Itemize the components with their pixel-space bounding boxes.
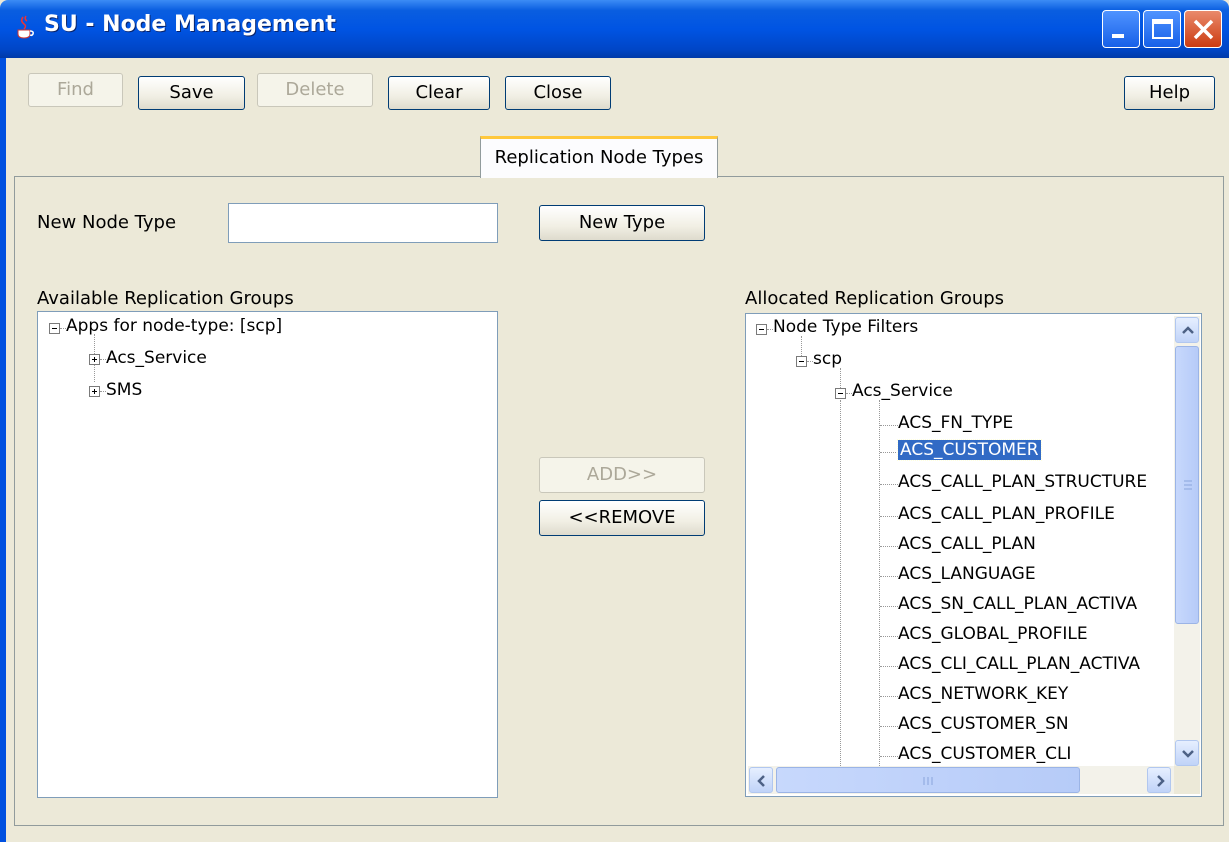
- collapse-toggle-icon[interactable]: [835, 388, 846, 399]
- available-groups-tree[interactable]: Apps for node-type: [scp] Acs_Service SM…: [37, 311, 498, 798]
- tree-connector: [880, 636, 898, 637]
- tab-border-left: [14, 176, 481, 177]
- tree-connector: [880, 546, 898, 547]
- chevron-down-icon: [1182, 750, 1194, 758]
- window-title: SU - Node Management: [44, 12, 336, 37]
- tree-leaf[interactable]: ACS_CALL_PLAN_STRUCTURE: [898, 472, 1147, 492]
- scroll-up-button[interactable]: [1175, 317, 1199, 343]
- java-cup-icon: [17, 15, 34, 39]
- add-button[interactable]: ADD>>: [539, 457, 705, 493]
- minimize-icon: [1112, 34, 1124, 38]
- tree-connector: [880, 696, 898, 697]
- grip-icon: [923, 777, 933, 785]
- expand-toggle-icon[interactable]: [89, 354, 100, 365]
- clear-button[interactable]: Clear: [388, 76, 490, 110]
- allocated-groups-tree[interactable]: Node Type Filters scp Acs_Service ACS_FN…: [745, 313, 1202, 797]
- close-icon: [1193, 19, 1214, 40]
- tree-connector: [879, 400, 880, 770]
- tree-node-acs-service[interactable]: Acs_Service: [106, 348, 207, 368]
- available-groups-heading: Available Replication Groups: [37, 288, 294, 309]
- delete-button[interactable]: Delete: [257, 73, 373, 107]
- scroll-down-button[interactable]: [1175, 740, 1199, 766]
- window-frame-left: [0, 58, 6, 842]
- maximize-button[interactable]: [1143, 10, 1181, 48]
- close-button[interactable]: Close: [505, 76, 611, 110]
- grip-icon: [1184, 480, 1192, 490]
- collapse-toggle-icon[interactable]: [49, 323, 60, 334]
- tree-leaf[interactable]: ACS_CUSTOMER_SN: [898, 714, 1069, 734]
- tree-leaf[interactable]: ACS_CALL_PLAN: [898, 534, 1036, 554]
- tree-connector: [880, 484, 898, 485]
- tree-connector: [880, 452, 898, 453]
- tree-connector: [880, 516, 898, 517]
- tree-connector: [840, 368, 841, 388]
- tree-leaf[interactable]: ACS_CUSTOMER_CLI: [898, 744, 1071, 764]
- remove-button[interactable]: <<REMOVE: [539, 500, 705, 536]
- maximize-icon: [1152, 19, 1173, 39]
- tree-connector: [880, 756, 898, 757]
- chevron-left-icon: [757, 775, 765, 787]
- chevron-right-icon: [1157, 775, 1165, 787]
- tree-connector: [880, 606, 898, 607]
- tree-connector: [880, 726, 898, 727]
- tree-node-acs-service[interactable]: Acs_Service: [852, 381, 953, 401]
- tree-node-scp[interactable]: scp: [813, 349, 842, 369]
- close-window-button[interactable]: [1184, 10, 1222, 48]
- horizontal-scrollbar[interactable]: [748, 766, 1174, 794]
- node-management-window: SU - Node Management Find Save Delete Cl…: [0, 0, 1229, 842]
- new-type-button[interactable]: New Type: [539, 205, 705, 241]
- tree-connector: [880, 666, 898, 667]
- minimize-button[interactable]: [1102, 10, 1140, 48]
- tree-leaf[interactable]: ACS_LANGUAGE: [898, 564, 1036, 584]
- tree-leaf[interactable]: ACS_GLOBAL_PROFILE: [898, 624, 1088, 644]
- tree-node-node-type-filters[interactable]: Node Type Filters: [773, 317, 918, 337]
- tree-leaf-selected[interactable]: ACS_CUSTOMER: [897, 439, 1042, 461]
- help-button[interactable]: Help: [1124, 76, 1215, 110]
- tab-replication-node-types[interactable]: Replication Node Types: [480, 136, 718, 178]
- tree-node-apps-root[interactable]: Apps for node-type: [scp]: [66, 316, 282, 336]
- tree-leaf[interactable]: ACS_FN_TYPE: [898, 413, 1013, 433]
- collapse-toggle-icon[interactable]: [756, 324, 767, 335]
- tree-leaf[interactable]: ACS_CLI_CALL_PLAN_ACTIVA: [898, 654, 1140, 674]
- scroll-left-button[interactable]: [749, 767, 773, 793]
- find-button[interactable]: Find: [28, 73, 123, 107]
- scroll-corner: [1174, 766, 1200, 794]
- horizontal-scroll-thumb[interactable]: [776, 767, 1080, 793]
- tree-leaf[interactable]: ACS_NETWORK_KEY: [898, 684, 1068, 704]
- tab-border-right: [717, 176, 1224, 177]
- tree-connector: [880, 425, 898, 426]
- tree-leaf[interactable]: ACS_SN_CALL_PLAN_ACTIVA: [898, 594, 1137, 614]
- allocated-groups-heading: Allocated Replication Groups: [745, 288, 1005, 309]
- new-node-type-input[interactable]: [228, 203, 498, 243]
- chevron-up-icon: [1182, 326, 1194, 334]
- expand-toggle-icon[interactable]: [89, 386, 100, 397]
- vertical-scrollbar[interactable]: [1174, 316, 1200, 768]
- collapse-toggle-icon[interactable]: [796, 356, 807, 367]
- tree-connector: [801, 336, 802, 356]
- scroll-right-button[interactable]: [1147, 767, 1171, 793]
- tree-node-sms[interactable]: SMS: [106, 380, 142, 400]
- save-button[interactable]: Save: [138, 76, 245, 110]
- tree-connector: [840, 400, 841, 770]
- tree-connector: [880, 576, 898, 577]
- title-bar[interactable]: SU - Node Management: [0, 0, 1229, 58]
- tree-leaf[interactable]: ACS_CALL_PLAN_PROFILE: [898, 504, 1115, 524]
- new-node-type-label: New Node Type: [37, 212, 177, 233]
- vertical-scroll-thumb[interactable]: [1175, 346, 1199, 624]
